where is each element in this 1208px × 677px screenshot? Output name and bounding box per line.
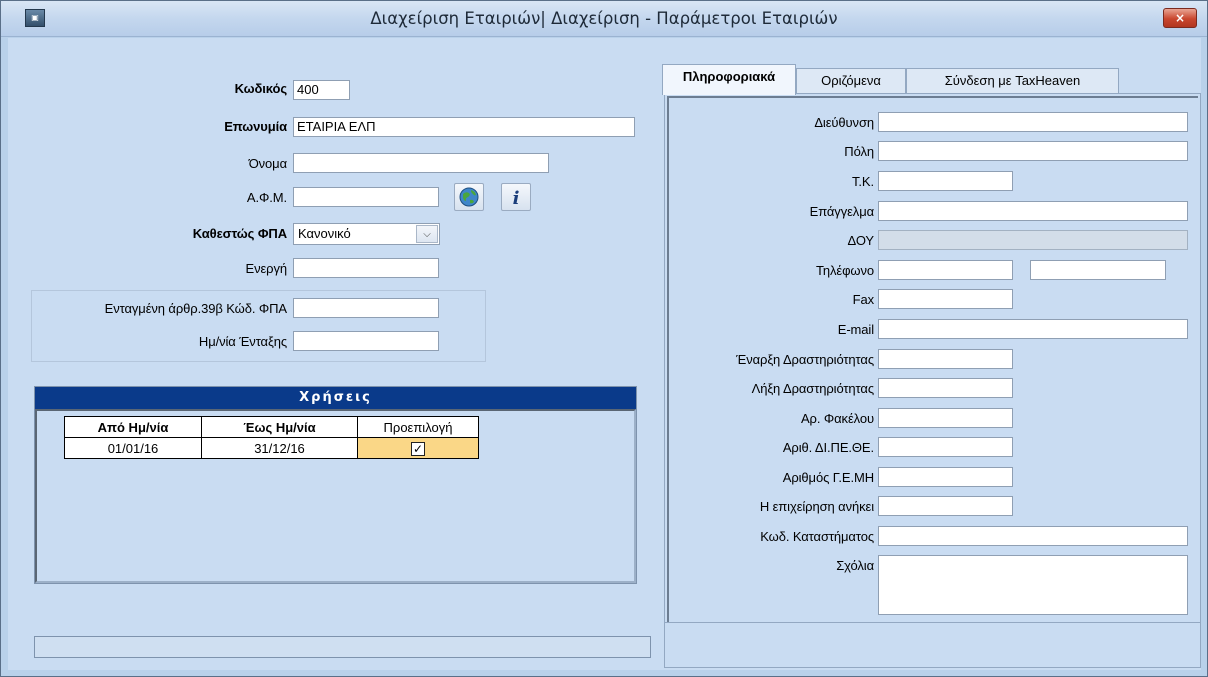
close-button[interactable]: ×	[1163, 8, 1197, 28]
afm-label: Α.Φ.Μ.	[246, 190, 287, 205]
app-window: ▣ Διαχείριση Εταιριών| Διαχείριση - Παρά…	[0, 0, 1208, 677]
dipethe-label: Αριθ. ΔΙ.ΠΕ.ΘΕ.	[782, 440, 874, 455]
end-activity-field[interactable]	[878, 378, 1013, 398]
column-header-to[interactable]: Έως Ημ/νία	[201, 416, 358, 438]
business-belongs-label: Η επιχείρηση ανήκει	[759, 499, 874, 514]
client-area: Κωδικός 400 Επωνυμία ΕΤΑΙΡΙΑ ΕΛΠ Όνομα Α…	[8, 38, 1201, 670]
join-date-label: Ημ/νία Ένταξης	[198, 334, 287, 349]
art39b-field[interactable]	[293, 298, 439, 318]
table-row[interactable]: 01/01/16 31/12/16 ✓	[64, 437, 479, 459]
status-bar	[34, 636, 651, 658]
first-name-field[interactable]	[293, 153, 549, 173]
first-name-label: Όνομα	[248, 156, 287, 171]
profession-label: Επάγγελμα	[809, 204, 874, 219]
info-tab-content: Διεύθυνση Πόλη Τ.Κ. Επάγγελμα ΔΟΥ Τηλέφω…	[667, 96, 1198, 622]
active-label: Ενεργή	[245, 261, 288, 276]
cell-default[interactable]: ✓	[357, 437, 479, 459]
active-field[interactable]	[293, 258, 439, 278]
address-field[interactable]	[878, 112, 1188, 132]
address-label: Διεύθυνση	[814, 115, 874, 130]
uses-table: Από Ημ/νία Έως Ημ/νία Προεπιλογή 01/01/1…	[64, 416, 479, 459]
gemi-label: Αριθμός Γ.Ε.ΜΗ	[782, 470, 874, 485]
phone-field-2[interactable]	[1030, 260, 1166, 280]
info-button[interactable]: i	[501, 183, 531, 211]
business-belongs-field[interactable]	[878, 496, 1013, 516]
phone-label: Τηλέφωνο	[815, 263, 874, 278]
uses-grid: Από Ημ/νία Έως Ημ/νία Προεπιλογή 01/01/1…	[35, 409, 636, 583]
folder-number-field[interactable]	[878, 408, 1013, 428]
globe-icon	[459, 187, 479, 207]
store-code-field[interactable]	[878, 526, 1188, 546]
code-label: Κωδικός	[234, 81, 287, 96]
info-icon: i	[513, 188, 520, 209]
fax-label: Fax	[852, 292, 874, 307]
comments-textarea[interactable]	[878, 555, 1188, 615]
afm-field[interactable]	[293, 187, 439, 207]
start-activity-field[interactable]	[878, 349, 1013, 369]
name-label: Επωνυμία	[224, 119, 287, 134]
tab-defined[interactable]: Οριζόμενα	[796, 68, 906, 94]
cell-from-date[interactable]: 01/01/16	[64, 437, 202, 459]
default-checkbox[interactable]: ✓	[411, 441, 425, 456]
window-title: Διαχείριση Εταιριών| Διαχείριση - Παράμε…	[370, 9, 838, 28]
comments-label: Σχόλια	[836, 558, 874, 573]
gemi-field[interactable]	[878, 467, 1013, 487]
phone-field-1[interactable]	[878, 260, 1013, 280]
uses-header: Χρήσεις	[35, 387, 636, 409]
end-activity-label: Λήξη Δραστηριότητας	[751, 381, 874, 396]
doy-label: ΔΟΥ	[847, 233, 875, 248]
title-bar: ▣ Διαχείριση Εταιριών| Διαχείριση - Παρά…	[1, 1, 1207, 37]
info-tab-panel: Διεύθυνση Πόλη Τ.Κ. Επάγγελμα ΔΟΥ Τηλέφω…	[664, 93, 1201, 668]
vat-status-value: Κανονικό	[298, 226, 351, 241]
column-header-from[interactable]: Από Ημ/νία	[64, 416, 202, 438]
uses-table-header-row: Από Ημ/νία Έως Ημ/νία Προεπιλογή	[64, 416, 479, 438]
profession-field[interactable]	[878, 201, 1188, 221]
zip-label: Τ.Κ.	[851, 174, 874, 189]
tab-footer-divider	[665, 622, 1200, 623]
tab-taxheaven[interactable]: Σύνδεση με TaxHeaven	[906, 68, 1119, 94]
zip-field[interactable]	[878, 171, 1013, 191]
tab-info[interactable]: Πληροφοριακά	[662, 64, 796, 95]
code-field[interactable]: 400	[293, 80, 350, 100]
email-field[interactable]	[878, 319, 1188, 339]
art39b-label: Ενταγμένη άρθρ.39β Κώδ. ΦΠΑ	[104, 301, 287, 316]
folder-number-label: Αρ. Φακέλου	[800, 411, 874, 426]
city-label: Πόλη	[844, 144, 874, 159]
city-field[interactable]	[878, 141, 1188, 161]
chevron-down-icon[interactable]: ⌵	[416, 225, 438, 243]
fax-field[interactable]	[878, 289, 1013, 309]
svg-text:i: i	[513, 188, 520, 209]
start-activity-label: Έναρξη Δραστηριότητας	[736, 352, 874, 367]
join-date-field[interactable]	[293, 331, 439, 351]
email-label: E-mail	[837, 322, 874, 337]
name-field[interactable]: ΕΤΑΙΡΙΑ ΕΛΠ	[293, 117, 635, 137]
column-header-default[interactable]: Προεπιλογή	[357, 416, 479, 438]
globe-button[interactable]	[454, 183, 484, 211]
cell-to-date[interactable]: 31/12/16	[201, 437, 358, 459]
doy-field[interactable]	[878, 230, 1188, 250]
store-code-label: Κωδ. Καταστήματος	[760, 529, 874, 544]
vat-status-label: Καθεστώς ΦΠΑ	[192, 226, 287, 241]
uses-panel: Χρήσεις Από Ημ/νία Έως Ημ/νία Προεπιλογή…	[34, 386, 637, 584]
vat-status-select[interactable]: Κανονικό ⌵	[293, 223, 440, 245]
dipethe-field[interactable]	[878, 437, 1013, 457]
